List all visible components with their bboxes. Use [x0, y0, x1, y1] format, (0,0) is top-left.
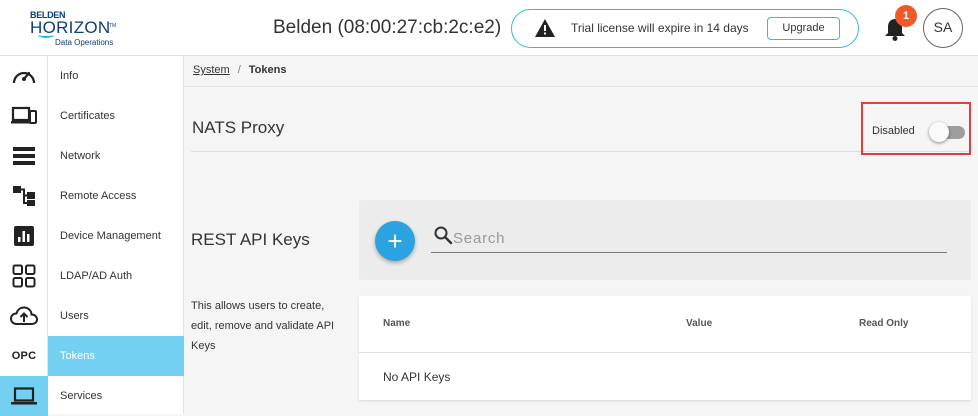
subnav-item-network[interactable]: Network: [48, 136, 184, 176]
nats-proxy-toggle-label: Disabled: [872, 125, 915, 137]
rail-item-dashboard[interactable]: [0, 56, 48, 96]
search-icon: [434, 226, 453, 245]
logo-swoosh-icon: [38, 32, 54, 38]
notification-count-badge[interactable]: 1: [895, 5, 917, 27]
rest-api-keys-title: REST API Keys: [191, 230, 310, 249]
subnav-item-device-management[interactable]: Device Management: [48, 216, 184, 256]
column-header-value[interactable]: Value: [686, 318, 712, 329]
rail-item-flows[interactable]: [0, 176, 48, 216]
subnav-item-users[interactable]: Users: [48, 296, 184, 336]
breadcrumb: System / Tokens: [193, 64, 286, 76]
subnav-item-certificates[interactable]: Certificates: [48, 96, 184, 136]
app-header: BELDEN HORIZON TM Data Operations Belden…: [0, 0, 978, 56]
subnav-item-info[interactable]: Info: [48, 56, 184, 96]
rail-item-apps[interactable]: [0, 256, 48, 296]
api-keys-table: Name Value Read Only No API Keys: [359, 296, 971, 400]
device-title: Belden (08:00:27:cb:2c:e2): [273, 17, 502, 38]
upgrade-button[interactable]: Upgrade: [767, 17, 840, 40]
cloud-upload-icon: [10, 306, 38, 325]
subnav-item-ldap-auth[interactable]: LDAP/AD Auth: [48, 256, 184, 296]
user-avatar[interactable]: SA: [923, 8, 963, 48]
api-keys-toolbar: +: [359, 200, 971, 280]
nats-proxy-toggle-knob[interactable]: [929, 122, 949, 142]
rest-api-keys-description: This allows users to create, edit, remov…: [191, 300, 335, 352]
belden-horizon-logo[interactable]: BELDEN HORIZON TM Data Operations: [30, 8, 130, 48]
main-content: System / Tokens NATS Proxy Disabled REST A…: [184, 56, 978, 414]
nats-proxy-toggle-highlight: Disabled: [861, 102, 971, 155]
dashboard-gauge-icon: [12, 71, 36, 84]
search-underline: [431, 252, 947, 253]
column-header-read-only[interactable]: Read Only: [859, 318, 908, 329]
subnav-item-remote-access[interactable]: Remote Access: [48, 176, 184, 216]
table-header-divider: [359, 352, 971, 353]
rail-item-opc[interactable]: OPC: [0, 336, 48, 376]
rail-item-analytics[interactable]: [0, 216, 48, 256]
trial-license-banner: Trial license will expire in 14 days Upg…: [511, 9, 859, 48]
warning-icon: [535, 19, 555, 37]
rail-item-cloud[interactable]: [0, 296, 48, 336]
column-header-name[interactable]: Name: [383, 318, 410, 329]
table-empty-message: No API Keys: [383, 370, 451, 384]
breadcrumb-separator: /: [237, 64, 241, 76]
flow-hierarchy-icon: [13, 186, 35, 206]
nats-proxy-divider: [191, 151, 970, 152]
analytics-chart-icon: [14, 226, 34, 246]
subnav-item-tokens[interactable]: Tokens: [48, 336, 184, 376]
laptop-icon: [11, 387, 37, 405]
rail-item-devices[interactable]: [0, 96, 48, 136]
nats-proxy-title: NATS Proxy: [192, 118, 285, 137]
logo-tagline: Data Operations: [55, 38, 114, 47]
rail-item-system[interactable]: [0, 376, 48, 416]
breadcrumb-divider: [184, 86, 978, 87]
list-icon: [13, 147, 35, 165]
subnav-item-services[interactable]: Services: [48, 376, 184, 416]
system-subnav: Info Certificates Network Remote Access …: [48, 56, 184, 414]
apps-grid-icon: [12, 264, 36, 288]
trial-license-message: Trial license will expire in 14 days: [571, 21, 749, 35]
breadcrumb-current: Tokens: [248, 64, 287, 76]
add-api-key-button[interactable]: +: [375, 221, 415, 261]
breadcrumb-system-link[interactable]: System: [193, 64, 230, 76]
opc-icon: OPC: [11, 350, 37, 362]
rail-item-list[interactable]: [0, 136, 48, 176]
devices-icon: [11, 106, 37, 124]
api-keys-search-input[interactable]: [453, 226, 945, 250]
icon-rail: OPC: [0, 56, 48, 416]
logo-trademark: TM: [109, 23, 117, 29]
